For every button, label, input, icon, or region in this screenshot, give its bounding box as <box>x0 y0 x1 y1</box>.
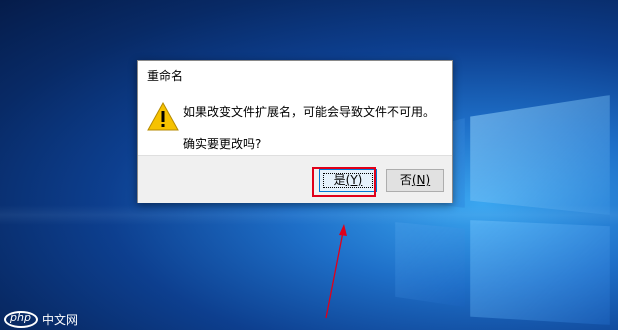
site-watermark: php 中文网 <box>0 303 100 330</box>
watermark-text: 中文网 <box>42 313 79 327</box>
php-logo-text: php <box>10 311 31 324</box>
annotation-arrow <box>325 224 347 319</box>
